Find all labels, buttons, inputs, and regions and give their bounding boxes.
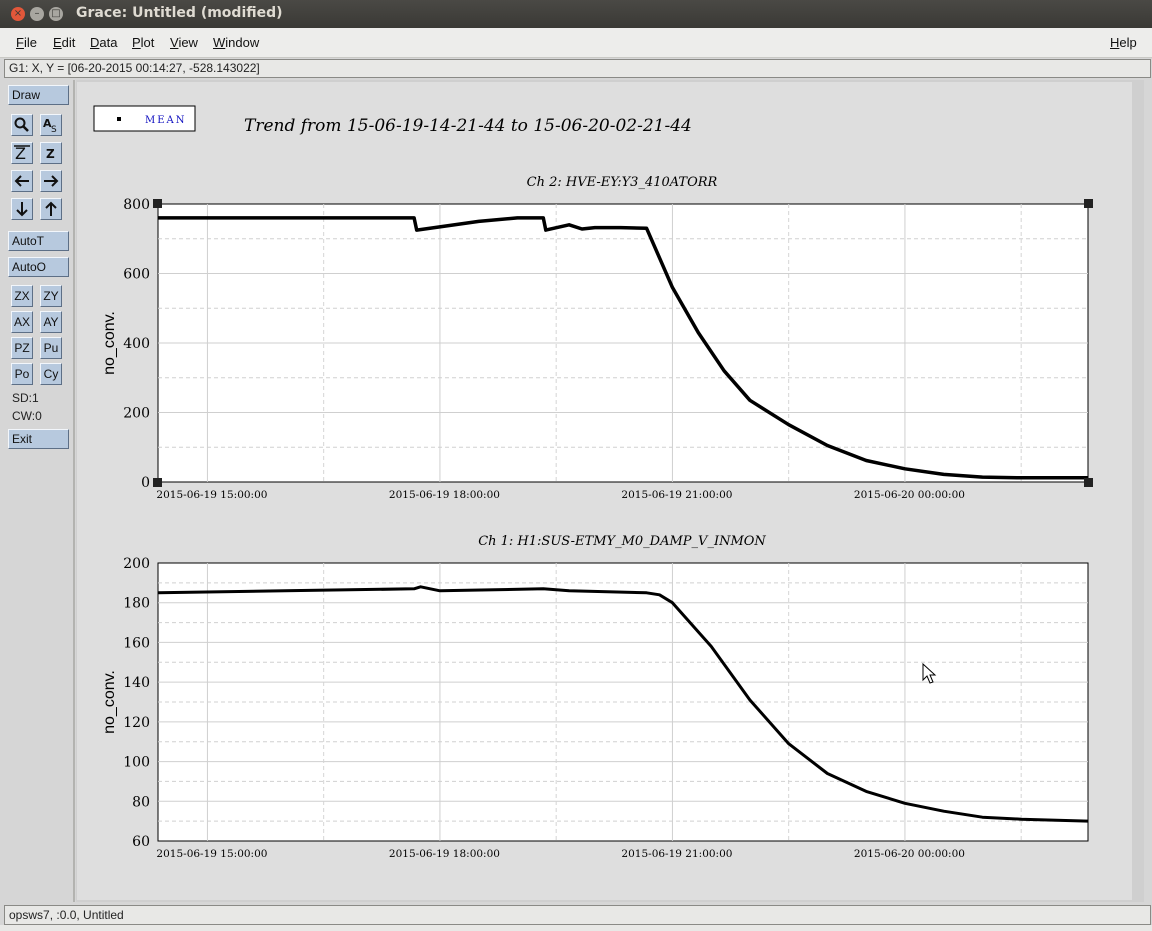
graph-1-title: Ch 2: HVE-EY:Y3_410ATORR	[527, 175, 718, 190]
arrow-up-icon	[45, 201, 57, 216]
scroll-left-button[interactable]	[11, 170, 33, 192]
g1-xtick-label: 2015-06-19 21:00:00	[621, 489, 732, 501]
title-bar: × – □ Grace: Untitled (modified)	[0, 0, 1152, 28]
cycle-button[interactable]: Cy	[40, 363, 62, 385]
locator-display: G1: X, Y = [06-20-2015 00:14:27, -528.14…	[4, 59, 1151, 78]
menu-help[interactable]: Help	[1110, 35, 1137, 50]
menu-plot[interactable]: Plot	[132, 35, 154, 50]
svg-text:Z: Z	[46, 147, 55, 161]
minimize-window-button[interactable]: –	[30, 7, 44, 21]
main-title: Trend from 15-06-19-14-21-44 to 15-06-20…	[244, 116, 692, 136]
magnifier-icon	[14, 117, 29, 132]
menu-window[interactable]: Window	[213, 35, 259, 50]
g1-ytick-label: 800	[123, 197, 150, 213]
bottom-strip	[0, 925, 1152, 931]
g2-ytick-label: 80	[132, 794, 150, 810]
g2-xtick-label: 2015-06-19 15:00:00	[156, 848, 267, 860]
status-bar: opsws7, :0.0, Untitled	[4, 905, 1151, 925]
g1-xtick-label: 2015-06-20 00:00:00	[854, 489, 965, 501]
zoom-x-button[interactable]: ZX	[11, 285, 33, 307]
arrow-down-icon	[16, 202, 28, 217]
graph-1-handle-br[interactable]	[1084, 478, 1093, 487]
window-title: Grace: Untitled (modified)	[76, 5, 283, 21]
legend-label: MEAN	[145, 115, 187, 126]
g2-ytick-label: 160	[123, 635, 150, 651]
plot-canvas[interactable]: MEAN Trend from 15-06-19-14-21-44 to 15-…	[77, 82, 1132, 900]
stack-depth-label: SD:1	[12, 391, 39, 405]
autoscale-y-button[interactable]: AY	[40, 311, 62, 333]
zoom-out-button[interactable]: Z	[40, 142, 62, 164]
push-zoom-button[interactable]: PZ	[11, 337, 33, 359]
g1-xtick-label: 2015-06-19 18:00:00	[389, 489, 500, 501]
tool-panel: Draw AS Z Z AutoT AutoO ZX ZY AX AY PZ P…	[3, 80, 75, 902]
graph-1-handle-tr[interactable]	[1084, 199, 1093, 208]
g2-ytick-label: 100	[123, 755, 150, 771]
current-world-label: CW:0	[12, 409, 42, 423]
exit-button[interactable]: Exit	[8, 429, 69, 449]
g1-ytick-label: 0	[141, 475, 150, 491]
graph-2-ylabel: no_conv.	[101, 670, 118, 734]
push-button[interactable]: Pu	[40, 337, 62, 359]
draw-button[interactable]: Draw	[8, 85, 69, 105]
pop-button[interactable]: Po	[11, 363, 33, 385]
g2-xtick-label: 2015-06-19 18:00:00	[389, 848, 500, 860]
g2-ytick-label: 180	[123, 596, 150, 612]
legend-marker	[117, 117, 121, 121]
g2-ytick-label: 120	[123, 715, 150, 731]
graph-1-handle-tl[interactable]	[153, 199, 162, 208]
arrow-right-icon	[44, 175, 59, 187]
text-annotate-button[interactable]: AS	[40, 114, 62, 136]
z-icon: Z	[46, 147, 55, 161]
text-tool-icon: AS	[43, 117, 57, 135]
autoscale-ticks-button[interactable]: AutoT	[8, 231, 69, 251]
g2-ytick-label: 140	[123, 675, 150, 691]
arrow-left-icon	[14, 175, 29, 187]
scroll-up-button[interactable]	[40, 198, 62, 220]
menu-data[interactable]: Data	[90, 35, 117, 50]
g2-xtick-label: 2015-06-19 21:00:00	[621, 848, 732, 860]
g1-ytick-label: 200	[123, 406, 150, 422]
scroll-down-button[interactable]	[11, 198, 33, 220]
plot-svg: MEAN Trend from 15-06-19-14-21-44 to 15-…	[93, 105, 1093, 860]
menu-file[interactable]: File	[16, 35, 37, 50]
zoom-y-button[interactable]: ZY	[40, 285, 62, 307]
g2-ytick-label: 60	[132, 834, 150, 850]
zoom-button[interactable]	[11, 114, 33, 136]
zoom-x-double-button[interactable]: Z	[11, 142, 33, 164]
menu-bar: File Edit Data Plot View Window Help	[0, 28, 1152, 58]
graph-2-title: Ch 1: H1:SUS-ETMY_M0_DAMP_V_INMON	[478, 534, 766, 549]
graph-1-handle-bl[interactable]	[153, 478, 162, 487]
maximize-window-button[interactable]: □	[49, 7, 63, 21]
z-bar-icon: Z	[14, 144, 30, 163]
graph-2: Ch 1: H1:SUS-ETMY_M0_DAMP_V_INMON no_con…	[101, 534, 1089, 860]
graph-1-ylabel: no_conv.	[101, 311, 118, 375]
graph-1: Ch 2: HVE-EY:Y3_410ATORR no_conv. 0 200 40…	[101, 175, 1093, 501]
menu-edit[interactable]: Edit	[53, 35, 75, 50]
svg-text:Z: Z	[15, 144, 26, 163]
scroll-right-button[interactable]	[40, 170, 62, 192]
svg-text:S: S	[51, 125, 57, 135]
g2-xtick-label: 2015-06-20 00:00:00	[854, 848, 965, 860]
g1-ytick-label: 400	[123, 336, 150, 352]
g1-xtick-label: 2015-06-19 15:00:00	[156, 489, 267, 501]
g1-ytick-label: 600	[123, 267, 150, 283]
autoscale-one-button[interactable]: AutoO	[8, 257, 69, 277]
autoscale-x-button[interactable]: AX	[11, 311, 33, 333]
close-window-button[interactable]: ×	[11, 7, 25, 21]
menu-view[interactable]: View	[170, 35, 198, 50]
g2-ytick-label: 200	[123, 556, 150, 572]
